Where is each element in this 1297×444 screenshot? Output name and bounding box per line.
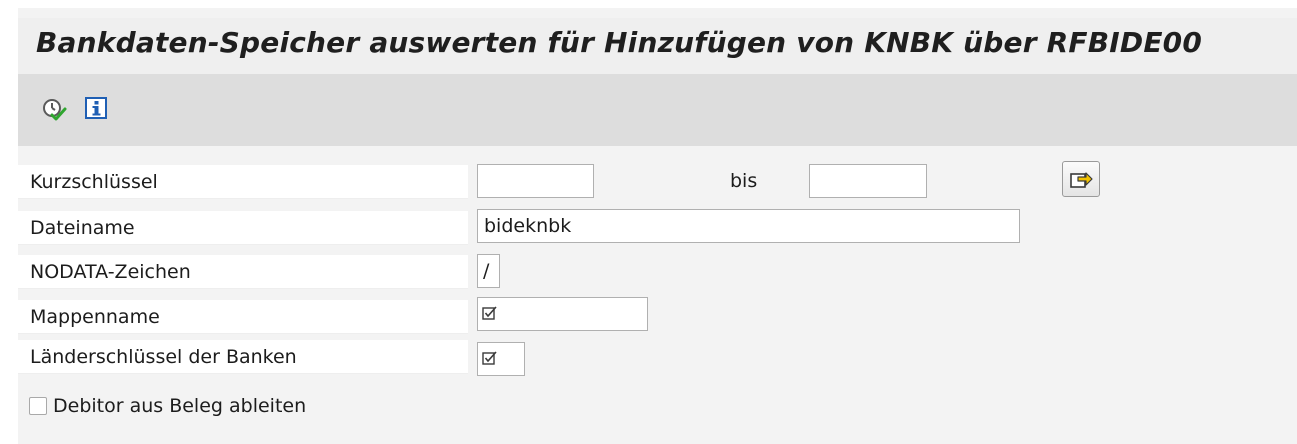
required-entry-icon <box>482 306 497 320</box>
mappenname-label: Mappenname <box>18 300 468 334</box>
application-toolbar <box>18 74 1297 146</box>
laenderschluessel-input[interactable] <box>477 342 525 376</box>
kurzschluessel-from-input[interactable] <box>477 164 594 198</box>
multiple-selection-icon <box>1070 172 1093 188</box>
execute-clock-svg <box>43 99 67 121</box>
sap-selection-screen: Bankdaten-Speicher auswerten für Hinzufü… <box>0 0 1297 444</box>
required-entry-icon <box>482 351 497 365</box>
debitor-checkbox[interactable] <box>29 397 47 415</box>
dateiname-label: Dateiname <box>18 211 468 245</box>
dateiname-input[interactable]: bideknbk <box>477 209 1020 243</box>
laenderschluessel-label: Länderschlüssel der Banken <box>18 340 468 374</box>
mappenname-input[interactable] <box>477 297 648 331</box>
kurzschluessel-to-input[interactable] <box>809 164 927 198</box>
page-title: Bankdaten-Speicher auswerten für Hinzufü… <box>36 26 1203 59</box>
execute-clock-icon[interactable] <box>40 96 68 124</box>
nodata-input[interactable]: / <box>477 254 500 288</box>
debitor-checkbox-label: Debitor aus Beleg ableiten <box>53 395 307 417</box>
info-svg <box>85 97 107 119</box>
multiple-selection-button[interactable] <box>1062 161 1100 197</box>
kurzschluessel-to-label: bis <box>730 170 758 192</box>
nodata-label: NODATA-Zeichen <box>18 255 468 289</box>
kurzschluessel-label: Kurzschlüssel <box>18 165 468 199</box>
info-icon[interactable] <box>84 96 112 124</box>
